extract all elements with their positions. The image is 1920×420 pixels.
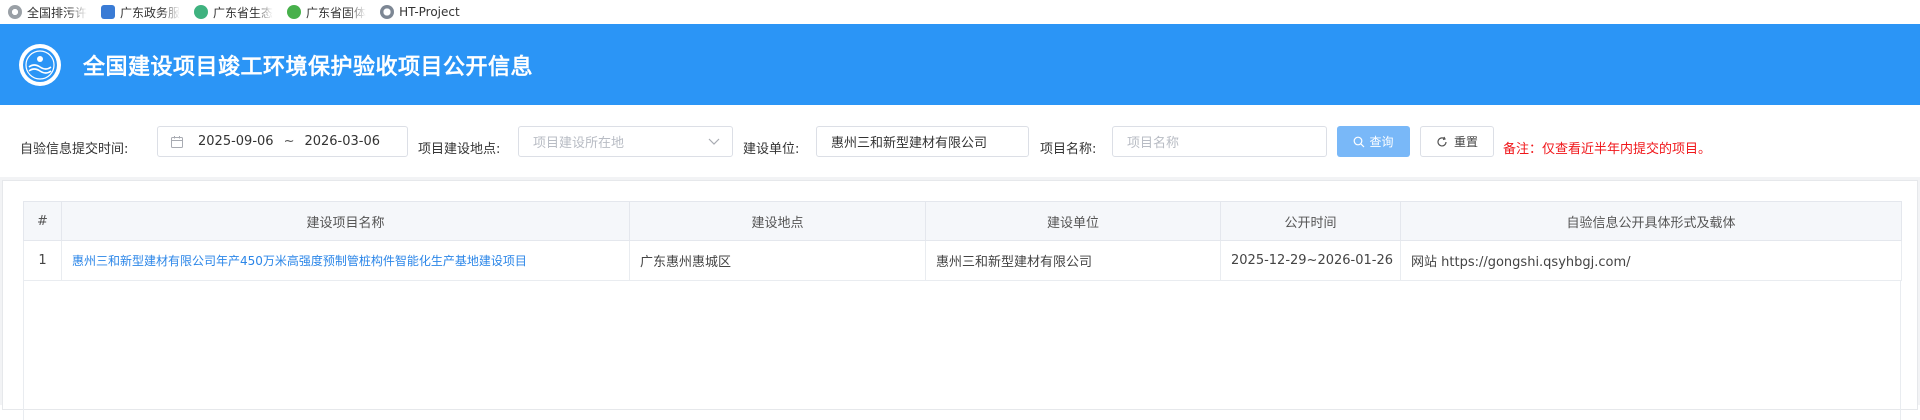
project-link[interactable]: 惠州三和新型建材有限公司年产450万米高强度预制管桩构件智能化生产基地建设项目 — [61, 240, 630, 281]
leaf-icon — [194, 5, 209, 19]
col-project-name: 建设项目名称 — [61, 201, 630, 241]
unit-input[interactable]: 惠州三和新型建材有限公司 — [816, 126, 1029, 157]
page-header: 全国建设项目竣工环境保护验收项目公开信息 — [0, 24, 1920, 105]
row-carrier: 网站 https://gongshi.qsyhbgj.com/ — [1400, 240, 1902, 281]
row-unit: 惠州三和新型建材有限公司 — [925, 240, 1221, 281]
note-text: 备注：仅查看近半年内提交的项目。 — [1503, 142, 1712, 157]
globe-icon — [380, 5, 395, 19]
bookmark-item[interactable]: 全国排污许 — [8, 4, 87, 21]
chevron-down-icon — [708, 138, 720, 145]
col-period: 公开时间 — [1220, 201, 1401, 241]
query-button[interactable]: 查询 — [1337, 126, 1410, 157]
bookmark-item[interactable]: 广东省固体 — [287, 4, 366, 21]
name-input[interactable]: 项目名称 — [1112, 126, 1327, 157]
logo — [19, 43, 61, 86]
bookmarks-bar: 全国排污许 广东政务服 广东省生态 广东省固体 HT-Project — [0, 0, 1920, 24]
unit-label: 建设单位: — [743, 142, 800, 157]
query-label: 查询 — [1369, 135, 1394, 149]
emblem-icon — [23, 47, 57, 82]
bookmark-item[interactable]: 广东省生态 — [194, 4, 273, 21]
refresh-icon — [1437, 136, 1447, 146]
puzzle-icon — [101, 5, 116, 19]
unit-value: 惠州三和新型建材有限公司 — [831, 136, 988, 151]
content-panel: # 建设项目名称 建设地点 建设单位 公开时间 自验信息公开具体形式及载体 1 … — [0, 177, 1920, 420]
table-row: 1 惠州三和新型建材有限公司年产450万米高强度预制管桩构件智能化生产基地建设项… — [23, 240, 1902, 281]
date-end[interactable]: 2026-03-06 — [304, 134, 380, 149]
table-card: # 建设项目名称 建设地点 建设单位 公开时间 自验信息公开具体形式及载体 1 … — [2, 180, 1918, 420]
reset-button[interactable]: 重置 — [1420, 126, 1494, 157]
row-location: 广东惠州惠城区 — [629, 240, 926, 281]
location-placeholder: 项目建设所在地 — [533, 136, 625, 151]
name-label: 项目名称: — [1040, 142, 1097, 157]
date-start[interactable]: 2025-09-06 — [198, 134, 274, 149]
col-unit: 建设单位 — [925, 201, 1221, 241]
table-empty-area — [23, 280, 1901, 420]
table-header-row: # 建设项目名称 建设地点 建设单位 公开时间 自验信息公开具体形式及载体 — [23, 201, 1902, 241]
reset-label: 重置 — [1453, 135, 1478, 149]
bookmark-item[interactable]: HT-Project — [380, 5, 460, 19]
date-separator: ~ — [283, 134, 295, 149]
recycle-icon — [287, 5, 302, 19]
search-icon — [1354, 136, 1365, 147]
gear-icon — [8, 5, 22, 19]
date-label: 自验信息提交时间: — [20, 142, 129, 157]
row-index: 1 — [23, 240, 62, 281]
col-location: 建设地点 — [629, 201, 926, 241]
results-table: # 建设项目名称 建设地点 建设单位 公开时间 自验信息公开具体形式及载体 1 … — [23, 201, 1902, 281]
col-index: # — [23, 201, 62, 241]
col-carrier: 自验信息公开具体形式及载体 — [1400, 201, 1902, 241]
location-select[interactable]: 项目建设所在地 — [518, 126, 733, 157]
date-range-picker[interactable]: 2025-09-06 ~ 2026-03-06 — [157, 126, 408, 157]
location-label: 项目建设地点: — [418, 142, 501, 157]
bookmark-item[interactable]: 广东政务服 — [101, 4, 180, 21]
calendar-icon — [171, 135, 183, 148]
filter-bar: 自验信息提交时间: 2025-09-06 ~ 2026-03-06 项目建设地点… — [0, 105, 1920, 177]
name-placeholder: 项目名称 — [1127, 136, 1180, 151]
page-title: 全国建设项目竣工环境保护验收项目公开信息 — [83, 54, 534, 80]
row-period: 2025-12-29~2026-01-26 — [1220, 240, 1401, 281]
